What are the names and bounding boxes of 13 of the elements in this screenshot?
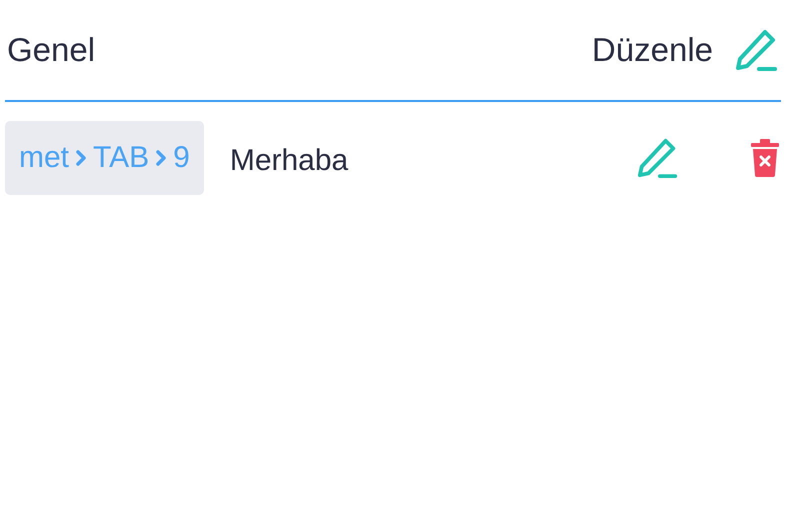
- section-title: Genel: [7, 31, 96, 69]
- snippet-text: Merhaba: [230, 143, 350, 178]
- shortcut-key: 9: [173, 141, 190, 175]
- pencil-icon: [735, 28, 779, 72]
- delete-button[interactable]: [749, 139, 781, 177]
- edit-entry-button[interactable]: [637, 137, 679, 179]
- chevron-icon: [75, 149, 88, 167]
- edit-button[interactable]: Düzenle: [592, 28, 779, 72]
- shortcut-key: met: [19, 141, 70, 175]
- pencil-icon: [637, 137, 679, 179]
- chevron-icon: [155, 149, 168, 167]
- trash-icon: [749, 139, 781, 177]
- shortcut-key: TAB: [93, 141, 150, 175]
